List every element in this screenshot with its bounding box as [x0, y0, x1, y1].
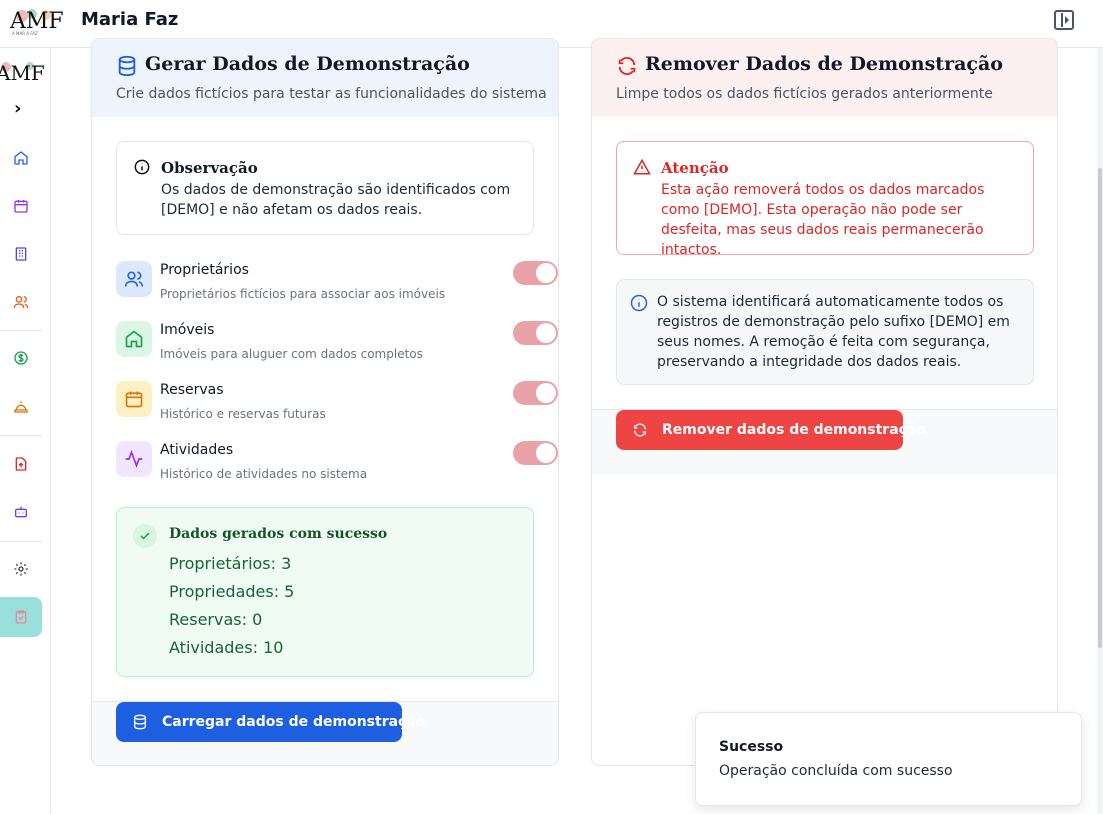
toggle-knob	[536, 383, 556, 403]
owners-option-icon-box	[116, 261, 152, 297]
option-title: Atividades	[160, 442, 234, 458]
settings-icon	[14, 562, 28, 576]
sidebar-item-calendar[interactable]	[10, 195, 32, 217]
generate-demo-card: Gerar Dados de Demonstração Crie dados f…	[91, 38, 559, 766]
sidebar-item-finance[interactable]	[10, 347, 32, 369]
toggle-knob	[536, 263, 556, 283]
remove-demo-data-button[interactable]: Remover dados de demonstração	[616, 410, 926, 450]
app-logo[interactable]: AMF A MAR A FAZ	[10, 6, 72, 36]
upload-icon	[15, 457, 27, 471]
option-reservations: Reservas Histórico e reservas futuras	[116, 381, 558, 431]
toggle-knob	[536, 323, 556, 343]
success-count-activities: Atividades: 10	[169, 638, 284, 657]
calendar-icon	[14, 200, 28, 213]
remove-card-subtitle: Limpe todos os dados fictícios gerados a…	[616, 86, 993, 102]
home-icon	[125, 330, 143, 348]
generate-card-footer: Carregar dados de demonstração	[92, 701, 558, 765]
activity-icon	[125, 449, 143, 469]
svg-text:AMF: AMF	[0, 61, 45, 85]
observation-body: Os dados de demonstração são identificad…	[161, 182, 511, 218]
info-icon	[134, 159, 150, 175]
properties-toggle[interactable]	[513, 321, 558, 345]
sidebar-item-properties[interactable]	[10, 243, 32, 265]
generate-card-header: Gerar Dados de Demonstração Crie dados f…	[92, 39, 558, 117]
option-subtitle: Histórico de atividades no sistema	[160, 467, 368, 481]
info-icon	[630, 294, 648, 312]
remove-card-footer: Remover dados de demonstração	[592, 409, 1057, 475]
warning-alert: Atenção Esta ação removerá todos os dado…	[616, 141, 1034, 258]
option-owners: Proprietários Proprietários fictícios pa…	[116, 261, 558, 311]
observation-title: Observação	[161, 159, 258, 177]
success-toast[interactable]: Sucesso Operação concluída com sucesso	[695, 712, 1082, 806]
warning-body: Esta ação removerá todos os dados marcad…	[661, 182, 985, 258]
sidebar: AMF ›	[0, 48, 51, 814]
reservations-toggle[interactable]	[513, 381, 558, 405]
sidebar-divider	[0, 435, 42, 436]
activities-toggle[interactable]	[513, 441, 558, 465]
success-count-reservations: Reservas: 0	[169, 610, 263, 629]
sidebar-item-home[interactable]	[10, 147, 32, 169]
generate-card-title: Gerar Dados de Demonstração	[145, 53, 470, 75]
owners-toggle[interactable]	[513, 261, 558, 285]
load-demo-data-button[interactable]: Carregar dados de demonstração	[116, 702, 425, 742]
activities-option-icon-box	[116, 441, 152, 477]
sidebar-divider	[0, 330, 42, 331]
observation-note: Observação Os dados de demonstração são …	[116, 141, 534, 235]
success-count-properties: Propriedades: 5	[169, 582, 295, 601]
panel-toggle-icon[interactable]	[1054, 10, 1074, 30]
sidebar-item-owners[interactable]	[10, 291, 32, 313]
remove-card-title: Remover Dados de Demonstração	[645, 53, 1003, 75]
generate-card-subtitle: Crie dados fictícios para testar as func…	[116, 86, 547, 102]
option-title: Imóveis	[160, 322, 215, 338]
svg-text:A MAR A FAZ: A MAR A FAZ	[12, 31, 38, 36]
bot-icon	[15, 506, 27, 518]
toggle-knob	[536, 443, 556, 463]
sidebar-divider	[0, 541, 42, 542]
demo-data-icon	[15, 610, 27, 624]
success-summary: Dados gerados com sucesso Proprietários:…	[116, 507, 534, 677]
sidebar-logo[interactable]: AMF	[0, 58, 48, 90]
remove-card-header: Remover Dados de Demonstração Limpe todo…	[592, 39, 1057, 117]
properties-option-icon-box	[116, 321, 152, 357]
cleaning-icon	[14, 401, 28, 413]
refresh-icon	[632, 422, 648, 438]
info-body: O sistema identificará automaticamente t…	[657, 294, 1010, 370]
database-icon	[132, 714, 148, 730]
warning-icon	[633, 158, 651, 175]
option-title: Proprietários	[160, 262, 249, 278]
check-icon	[133, 524, 157, 548]
option-properties: Imóveis Imóveis para aluguer com dados c…	[116, 321, 558, 371]
money-icon	[14, 351, 28, 365]
reservations-option-icon-box	[116, 381, 152, 417]
option-subtitle: Imóveis para aluguer com dados completos	[160, 347, 423, 361]
success-title: Dados gerados com sucesso	[169, 526, 388, 542]
option-subtitle: Histórico e reservas futuras	[160, 407, 326, 421]
option-subtitle: Proprietários fictícios para associar ao…	[160, 287, 446, 301]
database-icon	[118, 55, 136, 77]
remove-demo-data-label: Remover dados de demonstração	[662, 422, 927, 438]
calendar-icon	[125, 391, 143, 408]
sidebar-item-settings[interactable]	[10, 558, 32, 580]
sidebar-item-upload[interactable]	[10, 453, 32, 475]
remove-demo-card: Remover Dados de Demonstração Limpe todo…	[591, 38, 1058, 766]
option-title: Reservas	[160, 382, 224, 398]
load-demo-data-label: Carregar dados de demonstração	[162, 714, 426, 730]
toast-body: Operação concluída com sucesso	[719, 763, 953, 779]
info-box: O sistema identificará automaticamente t…	[616, 279, 1034, 385]
sidebar-item-assistant[interactable]	[10, 501, 32, 523]
refresh-icon	[618, 57, 636, 75]
users-icon	[13, 296, 29, 309]
warning-title: Atenção	[661, 159, 729, 177]
users-icon	[124, 271, 144, 287]
toast-title: Sucesso	[719, 739, 784, 755]
sidebar-item-maintenance[interactable]	[10, 395, 32, 417]
success-count-owners: Proprietários: 3	[169, 554, 292, 573]
scrollbar-thumb[interactable]	[1098, 168, 1102, 648]
sidebar-item-demo-data[interactable]	[10, 606, 32, 628]
app-title: Maria Faz	[81, 9, 179, 30]
option-activities: Atividades Histórico de atividades no si…	[116, 441, 558, 491]
sidebar-expand-icon[interactable]: ›	[14, 98, 21, 119]
home-icon	[14, 151, 28, 165]
building-icon	[15, 247, 27, 261]
